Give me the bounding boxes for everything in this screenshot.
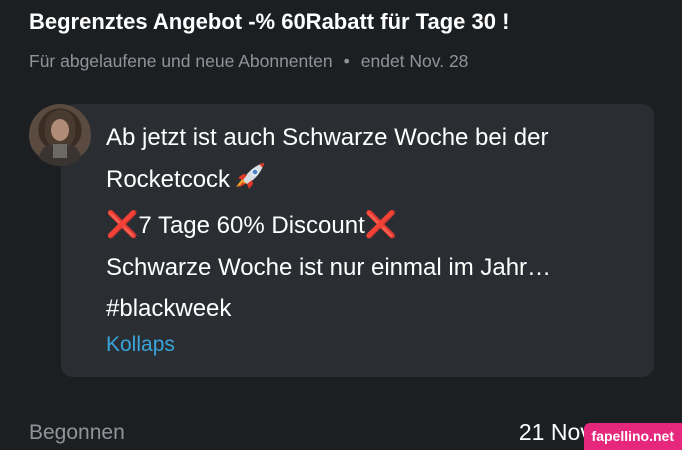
separator-dot: •: [343, 51, 350, 71]
message-line-1: Ab jetzt ist auch Schwarze Woche bei der: [106, 124, 549, 151]
message-line-3-text: 7 Tage 60% Discount: [138, 212, 365, 239]
collapse-link[interactable]: Kollaps: [106, 333, 175, 357]
avatar[interactable]: [29, 104, 91, 166]
message-text: Ab jetzt ist auch Schwarze Woche bei der…: [106, 117, 646, 330]
started-label: Begonnen: [29, 421, 125, 444]
watermark: fapellino.net: [583, 423, 682, 450]
offer-audience: Für abgelaufene und neue Abonnenten: [29, 51, 333, 71]
message-line-2: Rocketcock: [106, 159, 646, 205]
message-line-4: Schwarze Woche ist nur einmal im Jahr…: [106, 253, 552, 281]
message-line-2-text: Rocketcock: [106, 165, 231, 193]
cross-mark-icon: ❌: [364, 209, 398, 239]
message-hashtag[interactable]: #blackweek: [106, 288, 646, 330]
offer-subtitle: Für abgelaufene und neue Abonnenten • ende…: [29, 51, 468, 72]
offer-title: Begrenztes Angebot -% 60Rabatt für Tage …: [29, 9, 510, 34]
offer-end-date: endet Nov. 28: [360, 51, 469, 71]
message-line-3: ❌7 Tage 60% Discount❌: [106, 204, 646, 247]
cross-mark-icon: ❌: [106, 209, 139, 239]
rocket-icon: [232, 161, 266, 205]
